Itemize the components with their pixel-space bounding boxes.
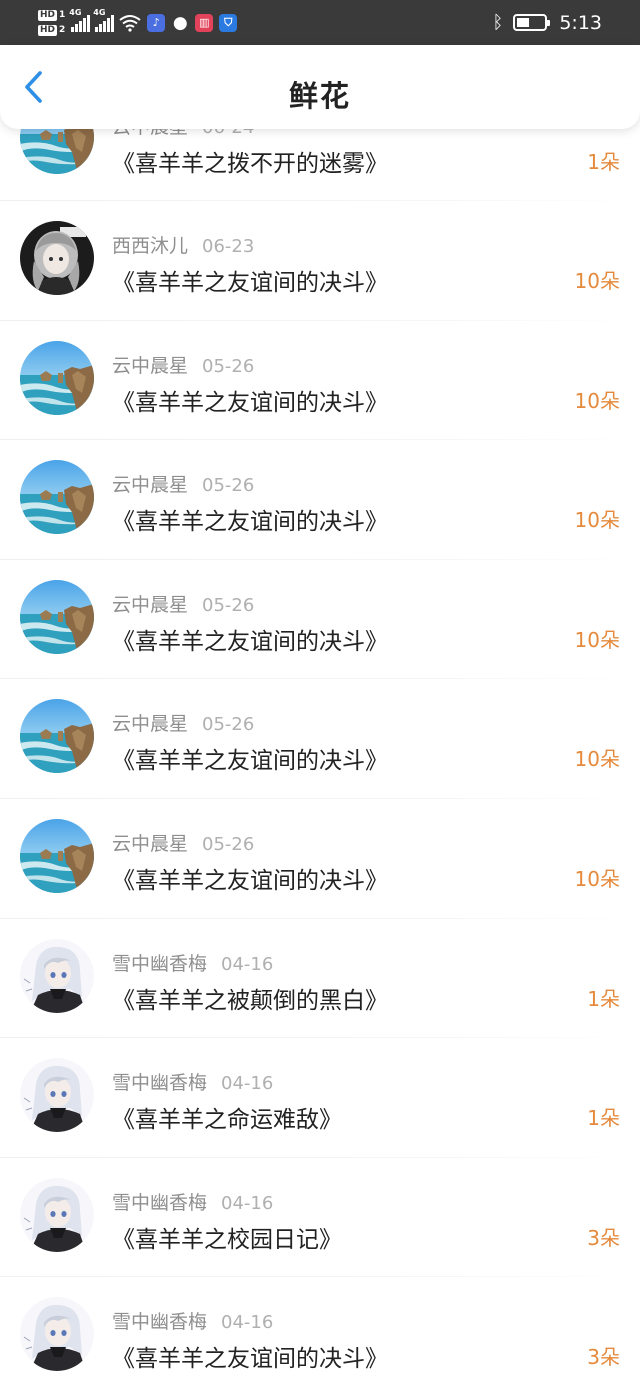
book-title[interactable]: 《喜羊羊之校园日记》 (112, 1220, 342, 1254)
hd-badge: HD (38, 24, 58, 36)
flower-count: 1朵 (587, 150, 620, 174)
chat-bubble-icon: ● (172, 12, 188, 33)
username[interactable]: 雪中幽香梅 (112, 1072, 207, 1094)
item-meta: 云中晨星 05-26 (112, 590, 254, 617)
clock-time: 5:13 (559, 11, 602, 34)
anime-girl-dark-avatar[interactable] (20, 221, 94, 295)
date: 05-26 (202, 355, 255, 377)
bluetooth-icon: ᛒ (492, 12, 504, 33)
flower-count: 1朵 (587, 986, 620, 1011)
status-bar: HD 1 HD 2 4G 4G ♪ ● ▥ ⛉ ᛒ 5:13 (0, 0, 640, 45)
date: 04-16 (221, 953, 274, 975)
book-title[interactable]: 《喜羊羊之友谊间的决斗》 (112, 622, 388, 656)
item-meta: 云中晨星 05-26 (112, 709, 254, 736)
item-meta: 雪中幽香梅 04-16 (112, 1307, 273, 1334)
sim-number: 2 (59, 25, 66, 35)
username[interactable]: 云中晨星 (112, 474, 188, 496)
list-item[interactable]: 雪中幽香梅 04-16 《喜羊羊之被颠倒的黑白》 1朵 (0, 919, 640, 1039)
flower-count: 1朵 (587, 1106, 620, 1131)
flower-count: 3朵 (587, 1225, 620, 1250)
flower-count: 10朵 (574, 627, 620, 652)
list-item[interactable]: 云中晨星 05-26 《喜羊羊之友谊间的决斗》 10朵 (0, 560, 640, 680)
network-type-label: 4G (93, 7, 106, 17)
shield-icon: ⛉ (219, 13, 238, 32)
list-item[interactable]: 雪中幽香梅 04-16 《喜羊羊之友谊间的决斗》 3朵 (0, 1277, 640, 1387)
item-meta: 西西沐儿 06-23 (112, 231, 254, 258)
item-meta: 云中晨星 05-26 (112, 470, 254, 497)
username[interactable]: 云中晨星 (112, 355, 188, 377)
book-title[interactable]: 《喜羊羊之拨不开的迷雾》 (112, 144, 388, 178)
item-meta: 雪中幽香梅 04-16 (112, 1188, 273, 1215)
list-item[interactable]: 云中晨星 05-26 《喜羊羊之友谊间的决斗》 10朵 (0, 679, 640, 799)
item-meta: 云中晨星 05-26 (112, 351, 254, 378)
network-type-label: 4G (69, 7, 82, 17)
book-title[interactable]: 《喜羊羊之友谊间的决斗》 (112, 383, 388, 417)
book-title[interactable]: 《喜羊羊之友谊间的决斗》 (112, 1339, 388, 1373)
date: 04-16 (221, 1192, 274, 1214)
nav-header: 鲜花 (0, 45, 640, 129)
list-item[interactable]: 云中晨星 05-26 《喜羊羊之友谊间的决斗》 10朵 (0, 440, 640, 560)
reader-app-icon: ▥ (195, 13, 214, 32)
battery-icon (513, 14, 551, 31)
hd-badge: HD (38, 9, 58, 21)
sim-hd-indicators: HD 1 HD 2 (38, 8, 65, 38)
anime-girl-white-hair-avatar[interactable] (20, 1058, 94, 1133)
flower-count: 10朵 (574, 269, 620, 293)
book-title[interactable]: 《喜羊羊之命运难敌》 (112, 1100, 342, 1134)
ocean-cliff-avatar[interactable] (20, 340, 94, 415)
date: 05-26 (202, 475, 255, 497)
list-item[interactable]: 雪中幽香梅 04-16 《喜羊羊之命运难敌》 1朵 (0, 1038, 640, 1158)
battery-level (517, 18, 530, 27)
item-meta: 云中晨星 05-26 (112, 829, 254, 856)
list-item[interactable]: 雪中幽香梅 04-16 《喜羊羊之校园日记》 3朵 (0, 1158, 640, 1278)
book-title[interactable]: 《喜羊羊之友谊间的决斗》 (112, 741, 388, 775)
ocean-cliff-avatar[interactable] (20, 818, 94, 893)
username[interactable]: 雪中幽香梅 (112, 953, 207, 975)
username[interactable]: 西西沐儿 (112, 235, 188, 257)
username[interactable]: 云中晨星 (112, 713, 188, 735)
flower-count: 3朵 (587, 1345, 620, 1370)
username[interactable]: 云中晨星 (112, 594, 188, 616)
item-meta: 雪中幽香梅 04-16 (112, 1068, 273, 1095)
sim-number: 1 (59, 10, 66, 20)
item-meta: 雪中幽香梅 04-16 (112, 949, 273, 976)
anime-girl-white-hair-avatar[interactable] (20, 1177, 94, 1252)
flower-count: 10朵 (574, 388, 620, 413)
date: 04-16 (221, 1073, 274, 1095)
book-title[interactable]: 《喜羊羊之友谊间的决斗》 (112, 263, 388, 297)
flower-count: 10朵 (574, 508, 620, 533)
flower-list: 云中晨星06-24《喜羊羊之拨不开的迷雾》1朵 西西沐儿06-23《喜羊羊之友谊… (0, 100, 640, 1387)
list-item[interactable]: 云中晨星 05-26 《喜羊羊之友谊间的决斗》 10朵 (0, 799, 640, 919)
signal-icon: 4G (69, 8, 91, 32)
book-title[interactable]: 《喜羊羊之友谊间的决斗》 (112, 861, 388, 895)
flower-count: 10朵 (574, 747, 620, 772)
date: 04-16 (221, 1312, 274, 1334)
ocean-cliff-avatar[interactable] (20, 579, 94, 654)
date: 06-23 (202, 236, 255, 257)
username[interactable]: 雪中幽香梅 (112, 1192, 207, 1214)
page-title: 鲜花 (288, 79, 351, 113)
anime-girl-white-hair-avatar[interactable] (20, 1297, 94, 1372)
date: 05-26 (202, 714, 255, 736)
list-item[interactable]: 云中晨星 05-26 《喜羊羊之友谊间的决斗》 10朵 (0, 321, 640, 441)
wifi-icon (119, 14, 141, 32)
flower-count: 10朵 (574, 866, 620, 891)
book-title[interactable]: 《喜羊羊之友谊间的决斗》 (112, 502, 388, 536)
signal-icon: 4G (93, 8, 115, 32)
username[interactable]: 雪中幽香梅 (112, 1311, 207, 1333)
music-app-icon: ♪ (147, 13, 166, 32)
date: 05-26 (202, 833, 255, 855)
ocean-cliff-avatar[interactable] (20, 460, 94, 535)
list-item[interactable]: 西西沐儿 06-23 《喜羊羊之友谊间的决斗》 10朵 (0, 201, 640, 321)
ocean-cliff-avatar[interactable] (20, 699, 94, 774)
date: 05-26 (202, 594, 255, 616)
username[interactable]: 云中晨星 (112, 833, 188, 855)
book-title[interactable]: 《喜羊羊之被颠倒的黑白》 (112, 981, 388, 1015)
anime-girl-white-hair-avatar[interactable] (20, 938, 94, 1013)
